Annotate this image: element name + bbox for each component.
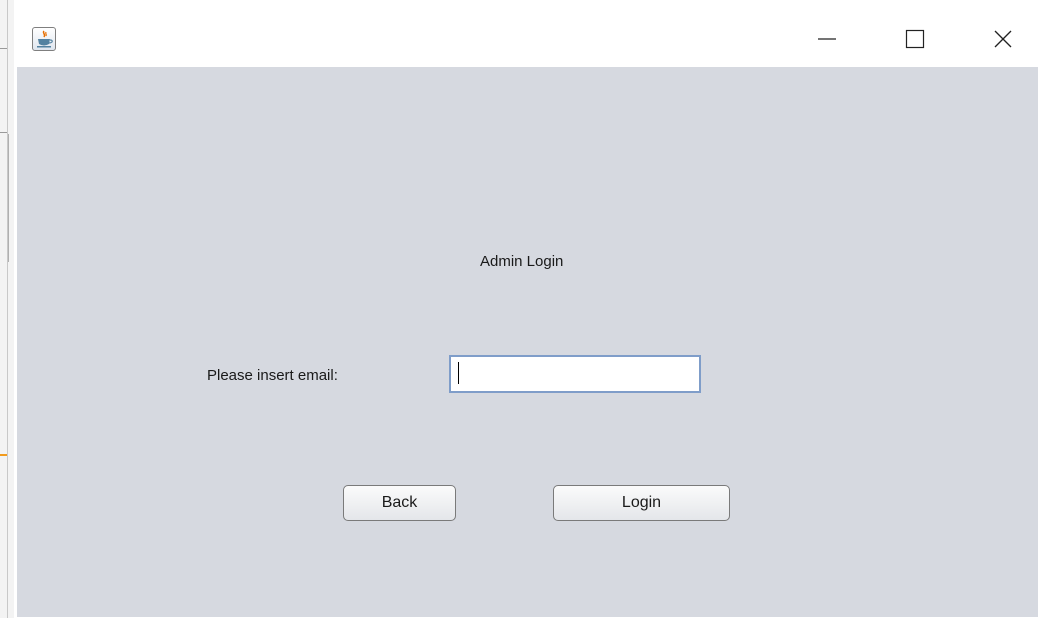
form-title: Admin Login [480,253,564,270]
login-button[interactable]: Login [553,485,730,521]
back-button[interactable]: Back [343,485,456,521]
minimize-icon [818,38,836,40]
close-icon [994,30,1012,48]
email-label: Please insert email: [207,367,338,384]
email-input[interactable] [449,355,701,393]
maximize-icon [905,29,925,49]
title-bar[interactable] [14,0,1038,67]
background-window-edge [0,0,14,618]
login-panel: Admin Login Please insert email: Back Lo… [17,67,1038,617]
text-caret [458,362,459,384]
app-window: Admin Login Please insert email: Back Lo… [14,0,1038,618]
maximize-button[interactable] [892,14,938,64]
background-window-accent [0,454,7,456]
java-icon[interactable] [32,27,56,51]
screen: Admin Login Please insert email: Back Lo… [0,0,1038,618]
minimize-button[interactable] [804,14,850,64]
close-button[interactable] [980,14,1026,64]
